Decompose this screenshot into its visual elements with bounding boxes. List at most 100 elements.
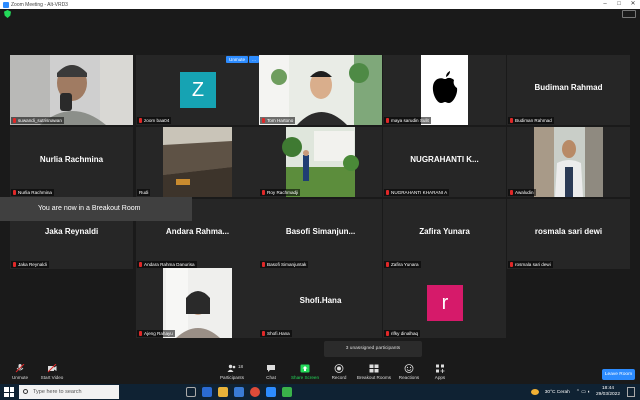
weather-icon — [530, 389, 539, 395]
breakout-rooms-icon — [369, 364, 379, 373]
participant-video — [534, 127, 603, 197]
participant-display-name: Shofi.Hana — [299, 296, 342, 305]
start-video-control[interactable]: Start Video — [32, 364, 72, 380]
participant-name-label: Nurlia Rachmina — [11, 189, 54, 196]
participant-display-name: Andara Rahma... — [165, 227, 230, 236]
muted-mic-icon — [139, 262, 142, 267]
unmute-popup: Unmute ... — [226, 56, 259, 63]
video-tile[interactable]: Shofi.Hana Shofi.Hana — [259, 268, 382, 338]
participants-count: 18 — [238, 364, 244, 369]
muted-mic-icon — [139, 118, 142, 123]
video-tile[interactable]: Rudi — [136, 127, 259, 197]
participant-name-label: Ajeng Rahayu — [137, 330, 175, 337]
chrome-icon[interactable] — [250, 387, 260, 397]
participant-display-name: Jaka Reynaldi — [44, 227, 99, 236]
apps-control[interactable]: Apps — [420, 364, 460, 380]
video-tile[interactable]: suwandi_sutrisnawan — [10, 55, 133, 125]
participant-video — [421, 55, 468, 125]
tray-icons[interactable]: ⌃ ▭ ◖ — [576, 390, 590, 395]
view-layout-icon[interactable] — [622, 10, 636, 18]
video-off-icon — [47, 364, 57, 373]
video-tile[interactable]: Nurlia Rachmina Nurlia Rachmina — [10, 127, 133, 197]
breakout-room-toast: You are now in a Breakout Room — [0, 197, 192, 221]
participant-display-name: Basofi Simanjun... — [285, 227, 356, 236]
participant-name-label: NUGRAHANTI KHARANI A — [384, 189, 450, 196]
video-tile[interactable]: Zafira Yunara Zafira Yunara — [383, 199, 506, 269]
breakout-rooms-control[interactable]: Breakout Rooms — [354, 364, 394, 380]
edge-icon[interactable] — [202, 387, 212, 397]
video-tile[interactable]: NUGRAHANTI K... NUGRAHANTI KHARANI A — [383, 127, 506, 197]
participants-control[interactable]: Participants — [212, 364, 252, 380]
weather-text: 30°C Cerah — [544, 389, 570, 395]
record-icon — [334, 364, 344, 373]
avatar: Z — [180, 72, 216, 108]
participant-video — [10, 55, 133, 125]
security-shield-icon[interactable] — [4, 10, 11, 18]
avatar: r — [427, 285, 463, 321]
windows-start-icon[interactable] — [4, 387, 14, 397]
system-tray: 30°C Cerah ⌃ ▭ ◖ 18:44 29/03/2022 — [530, 384, 620, 400]
participant-name-label: suwandi_sutrisnawan — [11, 117, 64, 124]
video-tile[interactable]: Basofi Simanjun... Basofi Simanjuntak — [259, 199, 382, 269]
participant-name-label: Jaka Reynaldi — [11, 261, 49, 268]
participants-icon — [227, 364, 236, 372]
video-tile[interactable]: Ajeng Rahayu — [136, 268, 259, 338]
participant-name-label: rosmala sari dewi — [508, 261, 553, 268]
video-tile[interactable]: rosmala sari dewi rosmala sari dewi — [507, 199, 630, 269]
participant-display-name: Zafira Yunara — [419, 227, 470, 236]
meeting-top-bar — [0, 9, 640, 20]
close-icon[interactable]: ✕ — [626, 0, 640, 9]
taskbar-clock[interactable]: 18:44 29/03/2022 — [596, 386, 620, 398]
window-title: Zoom Meeting - Alt-VRD3 — [11, 1, 68, 8]
apps-icon — [436, 364, 445, 373]
unassigned-participants-banner[interactable]: 3 unassigned participants — [324, 341, 422, 357]
record-control[interactable]: Record — [319, 364, 359, 380]
store-icon[interactable] — [234, 387, 244, 397]
participant-name-label: maya sarudin Sulit — [384, 117, 431, 124]
video-tile[interactable]: r rifky dinalhaq — [383, 268, 506, 338]
muted-mic-icon — [386, 331, 389, 336]
participant-name-label: Rudi — [137, 189, 151, 196]
participant-name-label: zoom baa04 — [137, 117, 172, 124]
video-tile[interactable]: Z zoom baa04 — [136, 55, 259, 125]
minimize-icon[interactable]: – — [598, 0, 612, 9]
participant-name-label: Andara Rahma Danurisa — [137, 261, 197, 268]
video-tile[interactable]: Tom Hartono — [259, 55, 382, 125]
muted-mic-icon — [262, 190, 265, 195]
participant-name-label: Tom Hartono — [260, 117, 296, 124]
maximize-icon[interactable]: □ — [612, 0, 626, 9]
video-tile[interactable]: maya sarudin Sulit — [383, 55, 506, 125]
more-options-button[interactable]: ... — [249, 56, 259, 63]
leave-room-button[interactable]: Leave Room — [602, 369, 635, 380]
participant-name-label: Awaludin — [508, 189, 536, 196]
search-icon — [23, 389, 28, 394]
share-screen-icon — [300, 364, 310, 373]
chat-icon — [267, 365, 275, 372]
participant-name-label: Basofi Simanjuntak — [260, 261, 309, 268]
participant-video — [282, 127, 359, 197]
meeting-control-bar: Unmute Start Video Participants 18 Chat … — [0, 362, 640, 384]
zoom-taskbar-icon[interactable] — [266, 387, 276, 397]
notifications-icon[interactable] — [627, 387, 635, 397]
muted-mic-icon — [13, 262, 16, 267]
video-tile[interactable]: Awaludin — [507, 127, 630, 197]
participant-display-name: Budiman Rahmad — [534, 83, 603, 92]
unmute-button[interactable]: Unmute — [226, 56, 249, 63]
muted-mic-icon — [510, 262, 513, 267]
video-tile[interactable]: Roy Rachmadji — [259, 127, 382, 197]
task-view-icon[interactable] — [186, 387, 196, 397]
participant-name-label: Zafira Yunara — [384, 261, 421, 268]
participant-name-label: Roy Rachmadji — [260, 189, 301, 196]
muted-mic-icon — [510, 190, 513, 195]
participant-display-name: Nurlia Rachmina — [39, 155, 104, 164]
file-explorer-icon[interactable] — [218, 387, 228, 397]
muted-mic-icon — [262, 118, 265, 123]
muted-mic-icon — [13, 190, 16, 195]
zoom-logo-icon — [3, 1, 9, 8]
muted-mic-icon — [262, 331, 265, 336]
taskbar-search-input[interactable]: Type here to search — [19, 385, 119, 399]
app-icon[interactable] — [282, 387, 292, 397]
muted-mic-icon — [262, 262, 265, 267]
video-tile[interactable]: Budiman Rahmad Budiman Rahmad — [507, 55, 630, 125]
zoom-window: Zoom Meeting - Alt-VRD3 – □ ✕ suwandi_su… — [0, 0, 640, 400]
